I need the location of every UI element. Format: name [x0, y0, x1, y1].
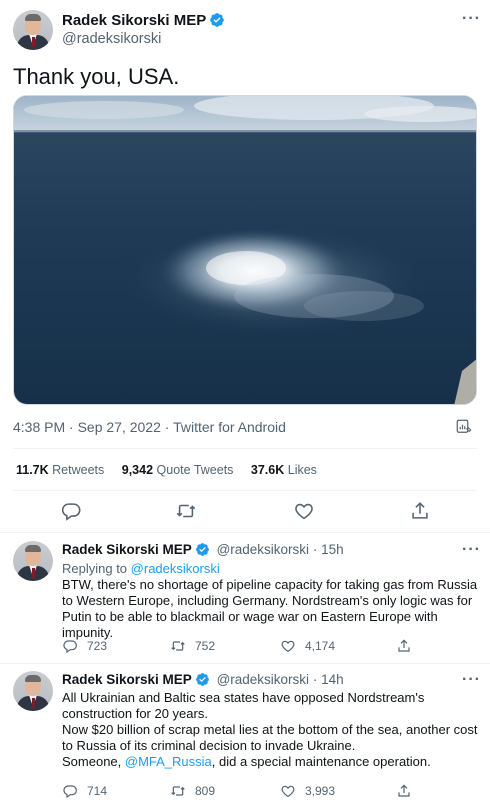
- reply-icon[interactable]: [60, 500, 82, 522]
- reply-text-line: All Ukrainian and Baltic sea states have…: [62, 690, 425, 721]
- reply-text: All Ukrainian and Baltic sea states have…: [62, 690, 482, 770]
- like-button[interactable]: 4,174: [280, 638, 335, 654]
- reply-text-line: Someone, @MFA_Russia, did a special main…: [62, 754, 482, 770]
- like-count: 3,993: [305, 784, 336, 798]
- reply-count: 723: [87, 639, 108, 653]
- dot-separator: ·: [309, 672, 322, 687]
- reply-text-line: Now $20 billion of scrap metal lies at t…: [62, 722, 478, 753]
- dot-separator: ·: [309, 542, 322, 557]
- replying-label: Replying to: [62, 561, 128, 576]
- divider: [0, 532, 490, 533]
- share-icon: [398, 784, 410, 797]
- like-icon: [281, 640, 295, 653]
- sea-photo: [14, 96, 476, 404]
- reply-text-suffix: , did a special maintenance operation.: [211, 754, 431, 769]
- replying-to: Replying to @radeksikorski: [62, 561, 220, 576]
- divider: [0, 663, 490, 664]
- retweets-label: Retweets: [52, 463, 105, 477]
- retweet-icon: [171, 786, 185, 796]
- timestamp[interactable]: 4:38 PM · Sep 27, 2022: [13, 419, 161, 435]
- author-name-text[interactable]: Radek Sikorski MEP: [62, 12, 206, 29]
- author-name[interactable]: Radek Sikorski MEP @radeksikorski · 14h: [62, 672, 344, 687]
- meta-separator: ·: [164, 419, 174, 435]
- tweet-time[interactable]: 15h: [321, 542, 344, 557]
- verified-badge-icon: [195, 543, 209, 556]
- tweet-media-image[interactable]: [13, 95, 477, 405]
- retweet-count: 809: [195, 784, 216, 798]
- tweet-source[interactable]: Twitter for Android: [173, 419, 286, 435]
- reply-text: BTW, there's no shortage of pipeline cap…: [62, 577, 478, 640]
- divider: [13, 448, 477, 449]
- avatar[interactable]: [13, 541, 53, 581]
- retweets-stat[interactable]: 11.7K Retweets: [16, 463, 104, 477]
- quote-tweets-count: 9,342: [121, 463, 154, 477]
- quote-tweets-stat[interactable]: 9,342 Quote Tweets: [122, 463, 234, 477]
- avatar[interactable]: [13, 671, 53, 711]
- like-count: 4,174: [305, 639, 336, 653]
- reply-button[interactable]: 714: [62, 783, 107, 799]
- quote-tweets-label: Quote Tweets: [156, 463, 234, 477]
- tweet-time[interactable]: 14h: [321, 672, 344, 687]
- author-handle[interactable]: @radeksikorski: [62, 31, 161, 47]
- retweet-count: 752: [195, 639, 216, 653]
- share-icon[interactable]: [409, 500, 431, 522]
- author-name[interactable]: Radek Sikorski MEP @radeksikorski · 15h: [62, 542, 344, 557]
- retweet-icon: [171, 641, 185, 651]
- replying-to-link[interactable]: @radeksikorski: [131, 561, 220, 576]
- share-button[interactable]: [396, 783, 421, 799]
- reply-count: 714: [87, 784, 108, 798]
- tweet-stats: 11.7K Retweets 9,342 Quote Tweets 37.6K …: [16, 463, 331, 477]
- likes-count: 37.6K: [250, 463, 285, 477]
- reply-icon: [63, 640, 77, 654]
- more-options-icon[interactable]: ···: [462, 672, 481, 688]
- like-icon: [281, 785, 295, 798]
- author-handle[interactable]: @radeksikorski: [217, 542, 309, 557]
- more-options-icon[interactable]: ···: [462, 542, 481, 558]
- analytics-icon[interactable]: [455, 418, 473, 436]
- verified-badge-icon: [210, 13, 225, 27]
- retweet-icon[interactable]: [175, 500, 197, 522]
- likes-stat[interactable]: 37.6K Likes: [251, 463, 317, 477]
- divider: [13, 490, 477, 491]
- tweet-text: Thank you, USA.: [13, 64, 180, 89]
- reply-icon: [63, 785, 77, 799]
- reply-button[interactable]: 723: [62, 638, 107, 654]
- author-name-text[interactable]: Radek Sikorski MEP: [62, 672, 192, 687]
- reply-text-prefix: Someone,: [62, 754, 125, 769]
- author-handle[interactable]: @radeksikorski: [217, 672, 309, 687]
- likes-label: Likes: [287, 463, 317, 477]
- retweet-button[interactable]: 809: [170, 783, 215, 799]
- avatar[interactable]: [13, 10, 53, 50]
- mention-link[interactable]: @MFA_Russia: [125, 754, 212, 769]
- share-button[interactable]: [396, 638, 421, 654]
- like-icon[interactable]: [293, 500, 315, 522]
- author-name-text[interactable]: Radek Sikorski MEP: [62, 542, 192, 557]
- retweet-button[interactable]: 752: [170, 638, 215, 654]
- share-icon: [398, 639, 410, 652]
- more-options-icon[interactable]: ···: [462, 11, 481, 27]
- like-button[interactable]: 3,993: [280, 783, 335, 799]
- retweets-count: 11.7K: [16, 463, 49, 477]
- verified-badge-icon: [195, 673, 209, 686]
- author-name[interactable]: Radek Sikorski MEP: [62, 12, 225, 29]
- tweet-meta: 4:38 PM · Sep 27, 2022 · Twitter for And…: [13, 419, 286, 435]
